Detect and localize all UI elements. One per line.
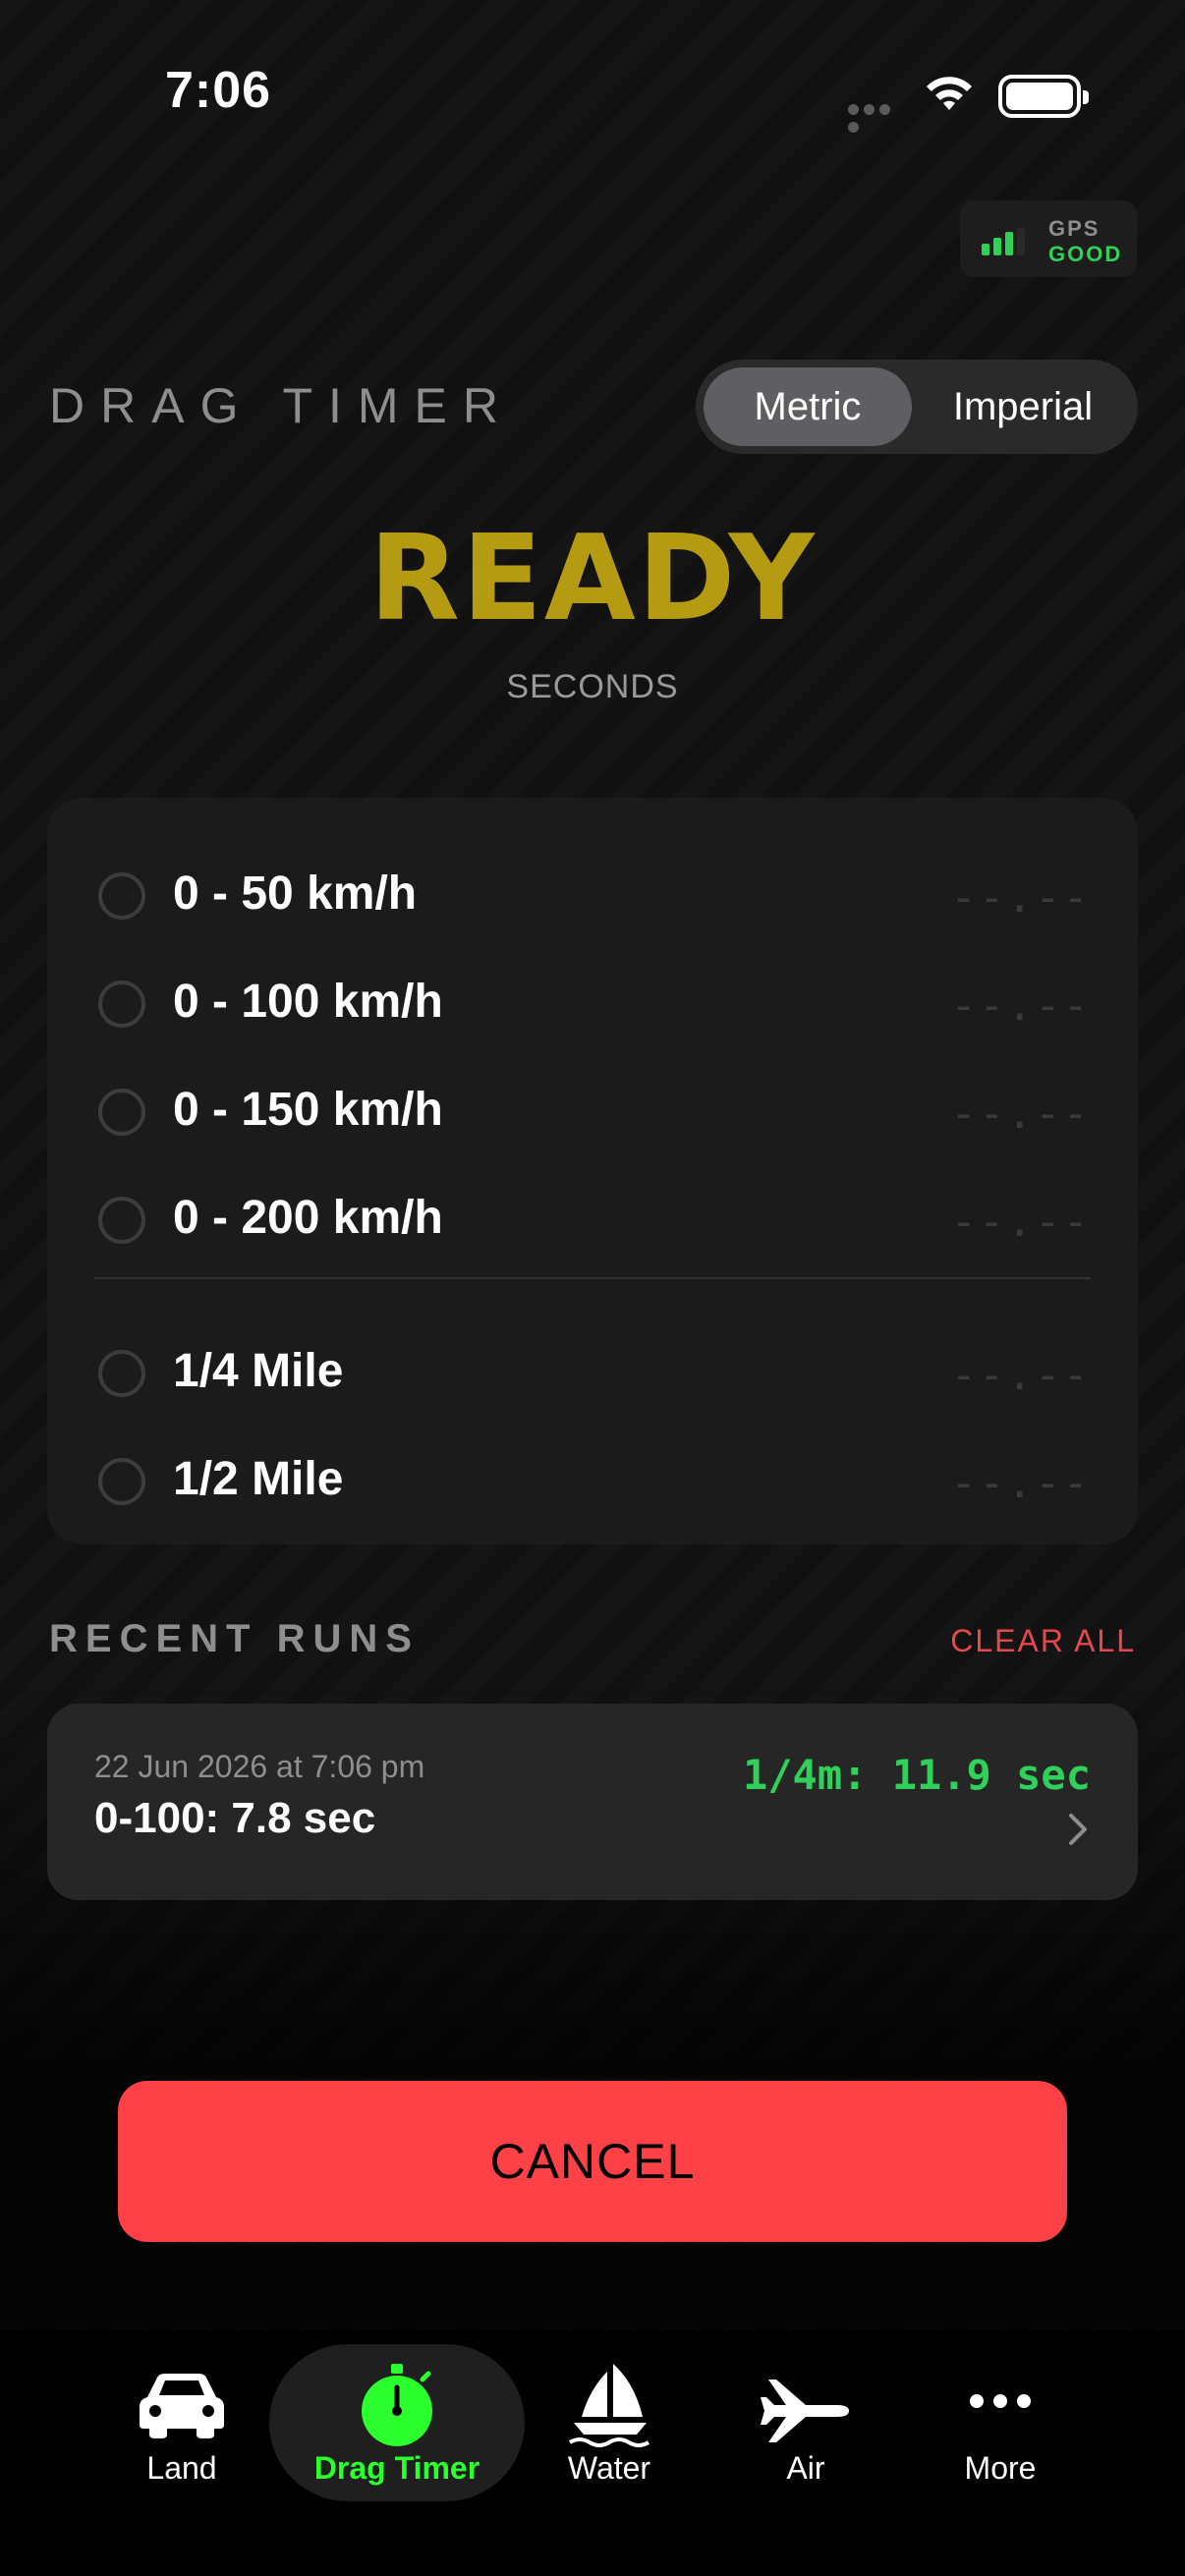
tab-more[interactable]: More [941, 2330, 1059, 2517]
run-best-result: 1/4m: 11.9 sec [742, 1751, 1091, 1799]
tab-bar: Land Drag Timer Water Air More [0, 2330, 1185, 2576]
metric-value: --.-- [950, 1458, 1091, 1508]
metric-radio-icon [98, 1089, 145, 1136]
tab-label: More [964, 2450, 1037, 2486]
metric-radio-icon [98, 1197, 145, 1244]
metric-value: --.-- [950, 1350, 1091, 1400]
cancel-button[interactable]: CANCEL [118, 2081, 1067, 2242]
cellular-dots-icon [848, 102, 909, 133]
metric-radio-icon [98, 980, 145, 1028]
car-icon [108, 2364, 255, 2452]
chevron-right-icon [1067, 1812, 1091, 1852]
wifi-icon [924, 73, 975, 117]
timer-unit-label: SECONDS [506, 668, 679, 705]
timer-state: READY [368, 511, 817, 647]
unit-imperial-option[interactable]: Imperial [916, 367, 1130, 446]
metric-label: 0 - 150 km/h [173, 1084, 443, 1136]
ellipsis-icon [941, 2364, 1059, 2452]
gps-indicator: GPS GOOD [960, 200, 1137, 277]
tab-label: Water [567, 2450, 651, 2486]
metrics-card: 0 - 50 km/h --.-- 0 - 100 km/h --.-- 0 -… [47, 798, 1138, 1544]
metric-label: 0 - 100 km/h [173, 976, 443, 1028]
page-title: DRAG TIMER [49, 378, 514, 433]
tab-land[interactable]: Land [108, 2330, 255, 2517]
metric-row-half-mile: 1/2 Mile --.-- [47, 1430, 1138, 1529]
metric-value: --.-- [950, 1197, 1091, 1247]
status-bar: 7:06 [0, 0, 1185, 196]
airplane-icon [747, 2364, 865, 2452]
run-primary-result: 0-100: 7.8 sec [94, 1794, 376, 1842]
metric-value: --.-- [950, 872, 1091, 923]
metrics-divider [94, 1277, 1091, 1279]
recent-run-item[interactable]: 22 Jun 2026 at 7:06 pm 0-100: 7.8 sec 1/… [47, 1704, 1138, 1900]
metric-label: 1/4 Mile [173, 1345, 344, 1397]
tab-label: Drag Timer [313, 2450, 480, 2486]
metric-radio-icon [98, 1458, 145, 1505]
tab-label: Land [146, 2450, 217, 2486]
metric-label: 1/2 Mile [173, 1453, 344, 1505]
clear-all-button[interactable]: CLEAR ALL [950, 1623, 1136, 1659]
tab-water[interactable]: Water [540, 2330, 678, 2517]
status-time: 7:06 [165, 62, 272, 119]
metric-row-0-100: 0 - 100 km/h --.-- [47, 953, 1138, 1051]
gps-label: GPS [1048, 216, 1100, 241]
stopwatch-icon [269, 2364, 525, 2452]
tab-label: Air [786, 2450, 825, 2486]
metric-row-0-200: 0 - 200 km/h --.-- [47, 1169, 1138, 1267]
tab-air[interactable]: Air [747, 2330, 865, 2517]
metric-row-quarter-mile: 1/4 Mile --.-- [47, 1322, 1138, 1421]
metric-label: 0 - 200 km/h [173, 1192, 443, 1244]
metric-radio-icon [98, 872, 145, 920]
run-date: 22 Jun 2026 at 7:06 pm [94, 1749, 425, 1784]
unit-segmented-control[interactable]: Metric Imperial [696, 360, 1138, 454]
sailboat-icon [540, 2364, 678, 2452]
battery-icon [998, 75, 1089, 118]
metric-radio-icon [98, 1350, 145, 1397]
metric-value: --.-- [950, 1089, 1091, 1139]
gps-status: GOOD [1048, 242, 1123, 266]
gps-signal-icon [982, 228, 1037, 255]
metric-row-0-150: 0 - 150 km/h --.-- [47, 1061, 1138, 1159]
metric-label: 0 - 50 km/h [173, 868, 418, 920]
metric-row-0-50: 0 - 50 km/h --.-- [47, 845, 1138, 943]
recent-runs-title: RECENT RUNS [49, 1617, 420, 1660]
metric-value: --.-- [950, 980, 1091, 1031]
tab-drag-timer[interactable]: Drag Timer [269, 2330, 525, 2517]
unit-metric-option[interactable]: Metric [704, 367, 912, 446]
